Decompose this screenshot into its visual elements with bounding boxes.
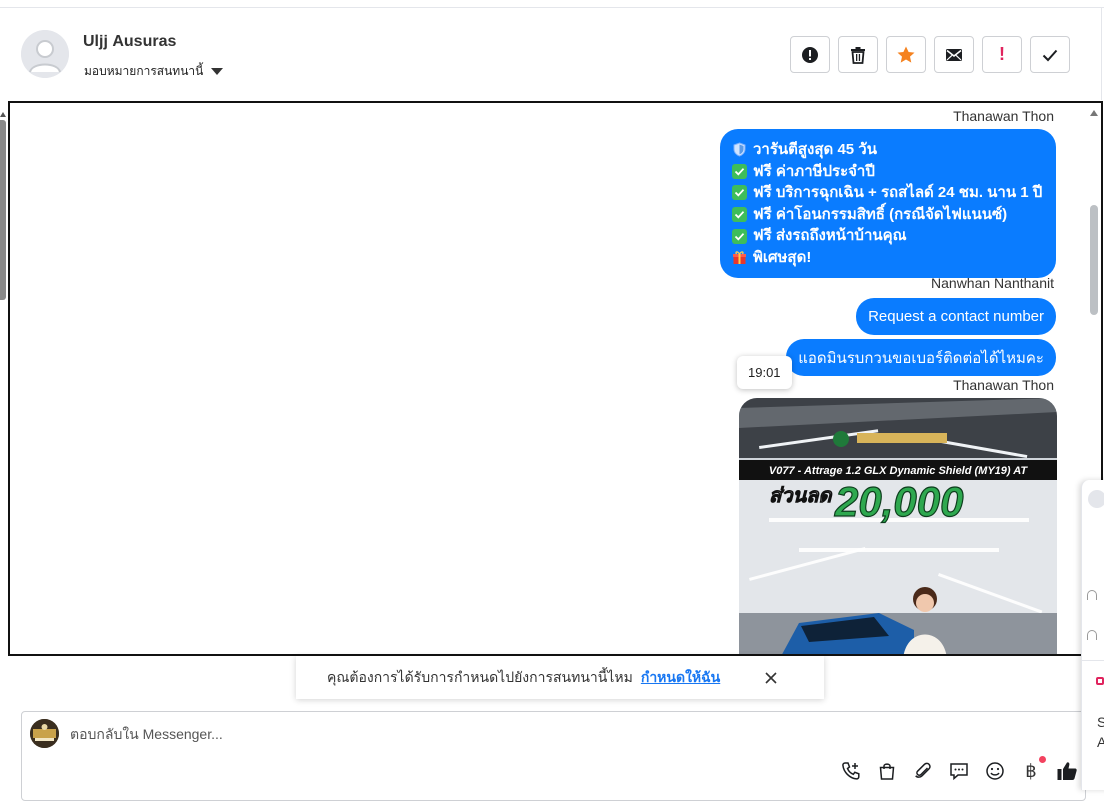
benefit-text: ฟรี ค่าภาษีประจำปี <box>753 162 875 180</box>
benefit-text: ฟรี บริการฉุกเฉิน + รถสไลด์ 24 ชม. นาน 1… <box>753 184 1043 202</box>
person-icon <box>1087 590 1097 600</box>
benefit-line: ฟรี ค่าภาษีประจำปี <box>732 161 1044 183</box>
like-button[interactable] <box>1056 760 1078 782</box>
shop-button[interactable] <box>876 760 898 782</box>
notification-dot <box>1039 756 1046 763</box>
video-thumbnail: V077 - Attrage 1.2 GLX Dynamic Shield (M… <box>739 398 1057 654</box>
checkmark-emoji-icon <box>732 185 747 201</box>
checkmark-emoji-icon <box>732 207 747 223</box>
side-avatar[interactable] <box>1088 490 1104 508</box>
video-model-text: V077 - Attrage 1.2 GLX Dynamic Shield (M… <box>769 465 1028 477</box>
assign-banner: คุณต้องการได้รับการกำหนดไปยังการสนทนานี้… <box>296 656 824 699</box>
payment-button[interactable]: ฿ <box>1020 756 1046 782</box>
star-button[interactable] <box>886 36 926 73</box>
caret-down-icon <box>211 68 224 75</box>
paperclip-icon <box>915 762 931 778</box>
assign-question: คุณต้องการได้รับการกำหนดไปยังการสนทนานี้… <box>327 668 633 685</box>
sender-name: Thanawan Thon <box>953 377 1054 393</box>
page-avatar <box>30 719 59 748</box>
conversation-toolbar: ! <box>790 36 1070 73</box>
gift-emoji-icon <box>732 250 747 265</box>
left-scroll-thumb[interactable] <box>0 120 6 300</box>
default-avatar-icon <box>21 30 69 78</box>
video-attachment[interactable]: V077 - Attrage 1.2 GLX Dynamic Shield (M… <box>739 398 1057 654</box>
benefit-line: ฟรี ค่าโอนกรรมสิทธิ์ (กรณีจัดไฟแนนซ์) <box>732 204 1044 226</box>
star-icon <box>897 46 915 63</box>
chat-bubble-icon <box>950 763 968 781</box>
timestamp-tooltip: 19:01 <box>737 356 792 389</box>
check-icon <box>1042 49 1058 61</box>
benefit-text: ฟรี ส่งรถถึงหน้าบ้านคุณ <box>753 227 907 245</box>
mail-icon <box>946 48 962 61</box>
video-discount-label: ส่วนลด <box>769 485 833 507</box>
assign-conversation-dropdown[interactable]: มอบหมายการสนทนานี้ <box>84 62 224 81</box>
left-scroll-arrow[interactable] <box>0 112 6 117</box>
message-text: แอดมินรบกวนขอเบอร์ติดต่อได้ไหมคะ <box>798 349 1044 367</box>
person-icon <box>1087 630 1097 640</box>
side-text: A <box>1097 734 1104 750</box>
message-thread: Thanawan Thon วารันตีสูงสุด 45 วัน ฟรี ค… <box>8 101 1103 656</box>
benefit-line: ฟรี บริการฉุกเฉิน + รถสไลด์ 24 ชม. นาน 1… <box>732 182 1044 204</box>
exclamation-icon: ! <box>999 44 1005 64</box>
phone-plus-icon <box>842 762 860 780</box>
sender-name: Thanawan Thon <box>953 108 1054 124</box>
sender-name: Nanwhan Nanthanit <box>931 275 1054 291</box>
saved-replies-button[interactable] <box>948 760 970 782</box>
shopping-bag-icon <box>879 763 895 780</box>
attach-button[interactable] <box>912 760 934 782</box>
benefit-text: พิเศษสุด! <box>753 248 812 266</box>
tag-icon <box>1096 677 1104 685</box>
assign-to-me-link[interactable]: กำหนดให้ฉัน <box>641 667 720 689</box>
side-panel-edge: S A <box>1081 480 1104 790</box>
close-icon[interactable] <box>763 670 779 686</box>
video-discount-value: 20,000 <box>834 478 963 525</box>
top-edge-divider <box>0 0 1104 8</box>
benefit-line: วารันตีสูงสุด 45 วัน <box>732 139 1044 161</box>
benefit-text: วารันตีสูงสุด 45 วัน <box>753 141 877 158</box>
reply-input[interactable] <box>70 726 830 742</box>
baht-icon: ฿ <box>1025 760 1037 782</box>
side-divider <box>1082 660 1104 661</box>
scroll-thumb[interactable] <box>1090 205 1098 315</box>
message-bubble-request[interactable]: Request a contact number <box>856 298 1056 335</box>
assign-label: มอบหมายการสนทนานี้ <box>84 64 204 78</box>
emoji-button[interactable] <box>984 760 1006 782</box>
trash-icon <box>851 46 865 64</box>
call-button[interactable] <box>840 760 862 782</box>
mark-spam-button[interactable] <box>790 36 830 73</box>
header-right-divider <box>1101 8 1102 100</box>
checkmark-emoji-icon <box>732 163 747 179</box>
mark-unread-button[interactable] <box>934 36 974 73</box>
mark-done-button[interactable] <box>1030 36 1070 73</box>
checkmark-emoji-icon <box>732 228 747 244</box>
reply-composer: ฿ <box>21 711 1086 801</box>
contact-avatar[interactable] <box>21 30 69 78</box>
contact-name: Ulјј Ausuras <box>83 33 177 50</box>
alert-circle-icon <box>802 46 818 63</box>
scroll-up-arrow[interactable] <box>1090 110 1098 116</box>
side-text: S <box>1097 714 1104 730</box>
shield-emoji-icon <box>732 142 747 157</box>
emoji-icon <box>986 762 1004 780</box>
message-bubble-thai[interactable]: แอดมินรบกวนขอเบอร์ติดต่อได้ไหมคะ <box>786 339 1056 376</box>
benefit-line: พิเศษสุด! <box>732 247 1044 269</box>
benefit-text: ฟรี ค่าโอนกรรมสิทธิ์ (กรณีจัดไฟแนนซ์) <box>753 205 1008 223</box>
thumbs-up-icon <box>1057 762 1077 780</box>
composer-toolbar: ฿ <box>840 756 1078 782</box>
follow-up-button[interactable]: ! <box>982 36 1022 73</box>
delete-button[interactable] <box>838 36 878 73</box>
message-text: Request a contact number <box>868 308 1044 325</box>
message-bubble-benefits[interactable]: วารันตีสูงสุด 45 วัน ฟรี ค่าภาษีประจำปี … <box>720 129 1056 278</box>
benefit-line: ฟรี ส่งรถถึงหน้าบ้านคุณ <box>732 225 1044 247</box>
